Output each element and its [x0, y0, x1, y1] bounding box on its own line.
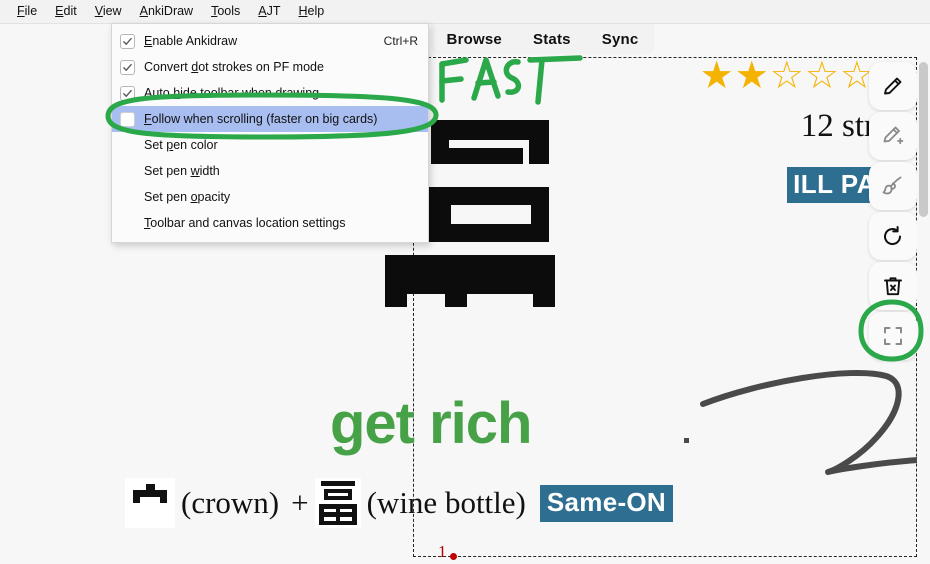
menu-item-label: Auto hide toolbar when drawing [144, 86, 320, 100]
menu-item-convert-dot-strokes[interactable]: Convert dot strokes on PF mode [112, 54, 428, 80]
menu-item-toolbar-canvas-location[interactable]: Toolbar and canvas location settings [112, 210, 428, 236]
menu-item-enable-ankidraw[interactable]: Enable Ankidraw Ctrl+R [112, 28, 428, 54]
tab-sync[interactable]: Sync [602, 31, 639, 48]
paintbrush-icon [882, 176, 902, 195]
fullscreen-icon [884, 327, 902, 345]
menu-item-label: Enable Ankidraw [144, 34, 238, 48]
trash-x-icon [884, 277, 902, 296]
anki-main-window: File Edit View AnkiDraw Tools AJT Help B… [0, 0, 930, 564]
stroke-order-number: 1 [438, 542, 447, 561]
stroke-order-dot [450, 553, 457, 560]
menu-item-set-pen-color[interactable]: Set pen color [112, 132, 428, 158]
menubar-item-view[interactable]: View [86, 2, 131, 21]
star-rating: ★★☆☆☆ [700, 57, 875, 95]
pencil-plus-icon [883, 126, 904, 145]
vertical-scrollbar[interactable] [917, 54, 930, 564]
anki-top-tabs: Browse Stats Sync [431, 24, 654, 54]
star-filled: ★ [699, 55, 735, 97]
radical-crown-label: (crown) [181, 485, 280, 520]
menu-item-label: Convert dot strokes on PF mode [144, 60, 324, 74]
same-on-badge: Same-ON [539, 484, 674, 522]
tab-stats[interactable]: Stats [533, 31, 571, 48]
menu-item-label: Set pen color [144, 138, 218, 152]
add-pen-button[interactable] [869, 112, 917, 160]
star-filled: ★ [734, 55, 770, 97]
radical-wine-bottle-label: (wine bottle) [366, 485, 526, 520]
checkbox-unchecked-icon[interactable] [120, 111, 135, 127]
toggle-fullscreen-button[interactable] [869, 312, 917, 360]
decomposition-plus: + [291, 485, 309, 520]
menu-item-auto-hide-toolbar[interactable]: Auto hide toolbar when drawing [112, 80, 428, 106]
menu-item-shortcut: Ctrl+R [383, 34, 418, 48]
menu-item-follow-when-scrolling[interactable]: Follow when scrolling (faster on big car… [112, 106, 428, 132]
menubar-item-ajt[interactable]: AJT [249, 2, 289, 21]
menu-item-label: Set pen width [144, 164, 220, 178]
brush-tool-button[interactable] [869, 162, 917, 210]
radical-crown-icon [125, 478, 175, 528]
undo-button[interactable] [869, 212, 917, 260]
tab-browse[interactable]: Browse [447, 31, 502, 48]
clear-canvas-button[interactable] [869, 262, 917, 310]
menu-item-label: Set pen opacity [144, 190, 231, 204]
checkbox-checked-icon[interactable] [120, 59, 135, 75]
star-empty: ☆ [769, 55, 805, 97]
ankidraw-toolbar [869, 62, 917, 360]
pen-tool-button[interactable] [869, 62, 917, 110]
menubar-item-edit[interactable]: Edit [46, 2, 86, 21]
checkbox-checked-icon[interactable] [120, 85, 135, 101]
highlight-text-badge: ILL PA [787, 167, 882, 203]
ankidraw-dropdown-menu: Enable Ankidraw Ctrl+R Convert dot strok… [111, 23, 429, 243]
undo-icon [884, 226, 902, 246]
menu-item-label: Toolbar and canvas location settings [144, 216, 346, 230]
star-empty: ☆ [804, 55, 840, 97]
menubar-item-tools[interactable]: Tools [202, 2, 249, 21]
pencil-icon [884, 77, 902, 95]
menu-item-label: Follow when scrolling (faster on big car… [144, 112, 378, 126]
kanji-decomposition-row: (crown) + (wine bottle) Same-ON [125, 478, 674, 528]
scrollbar-thumb[interactable] [919, 62, 928, 217]
menubar-item-file[interactable]: File [8, 2, 46, 21]
keyword-text: get rich [330, 391, 532, 456]
menu-item-set-pen-width[interactable]: Set pen width [112, 158, 428, 184]
menu-item-set-pen-opacity[interactable]: Set pen opacity [112, 184, 428, 210]
menu-bar: File Edit View AnkiDraw Tools AJT Help [0, 0, 930, 24]
menubar-item-ankidraw[interactable]: AnkiDraw [130, 2, 203, 21]
menubar-item-help[interactable]: Help [290, 2, 334, 21]
checkbox-checked-icon[interactable] [120, 33, 135, 49]
radical-wine-bottle-icon [314, 478, 361, 528]
